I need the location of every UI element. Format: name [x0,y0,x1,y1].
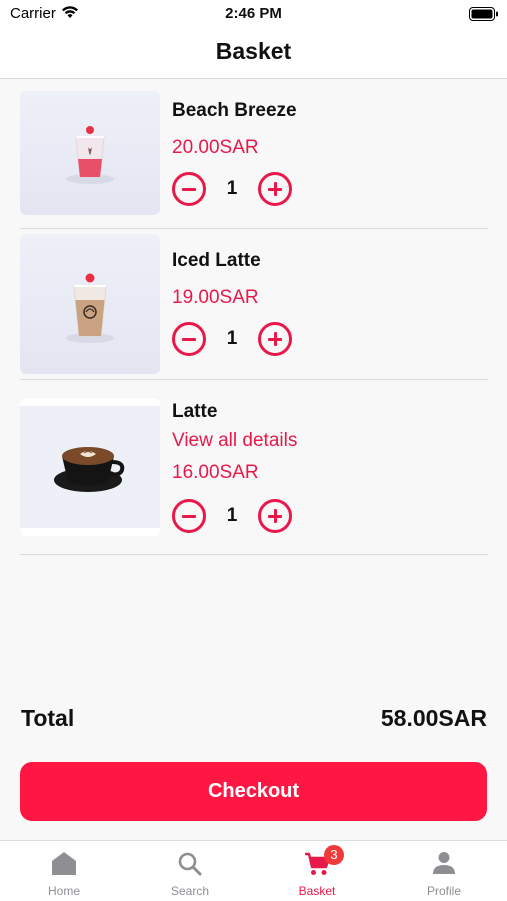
iced-latte-drink-image [20,234,160,374]
item-quantity: 1 [226,178,238,199]
basket-item: Beach Breeze 20.00SAR 1 [20,80,488,229]
checkout-button[interactable]: Checkout [20,762,487,821]
status-bar: Carrier 2:46 PM [0,0,507,28]
basket-item: Latte View all details 16.00SAR 1 [20,380,488,555]
profile-icon [433,852,455,874]
tab-basket-label: Basket [298,884,336,898]
tab-basket[interactable]: 3 Basket [254,841,380,901]
tab-search[interactable]: Search [127,841,253,901]
increase-quantity-button[interactable] [258,172,292,206]
item-name: Beach Breeze [172,100,297,121]
tab-bar: Home Search 3 Basket Profile [0,840,507,901]
decrease-quantity-button[interactable] [172,322,206,356]
basket-item: Iced Latte 19.00SAR 1 [20,229,488,380]
decrease-quantity-button[interactable] [172,172,206,206]
beach-breeze-drink-image [20,91,160,215]
total-value: 58.00SAR [380,705,487,731]
status-time: 2:46 PM [225,5,282,22]
search-icon [178,852,202,876]
tab-search-label: Search [170,884,210,898]
home-icon [52,852,76,875]
decrease-quantity-button[interactable] [172,499,206,533]
item-name: Latte [172,401,218,422]
latte-cup-image [20,398,160,536]
quantity-stepper: 1 [172,499,302,535]
item-quantity: 1 [226,328,238,349]
total-label: Total [21,705,75,731]
tab-profile[interactable]: Profile [381,841,507,901]
quantity-stepper: 1 [172,172,302,208]
item-quantity: 1 [226,505,238,526]
basket-count-badge: 3 [324,845,344,865]
item-price: 16.00SAR [172,462,259,483]
page-title: Basket [215,38,292,64]
tab-home[interactable]: Home [1,841,127,901]
quantity-stepper: 1 [172,322,302,358]
view-details-link[interactable]: View all details [172,430,297,452]
battery-icon [469,7,499,26]
item-price: 19.00SAR [172,287,259,308]
increase-quantity-button[interactable] [258,499,292,533]
increase-quantity-button[interactable] [258,322,292,356]
tab-home-label: Home [47,884,80,898]
item-price: 20.00SAR [172,137,259,158]
tab-profile-label: Profile [426,884,461,898]
item-name: Iced Latte [172,250,261,271]
nav-bar: Basket [0,28,507,79]
